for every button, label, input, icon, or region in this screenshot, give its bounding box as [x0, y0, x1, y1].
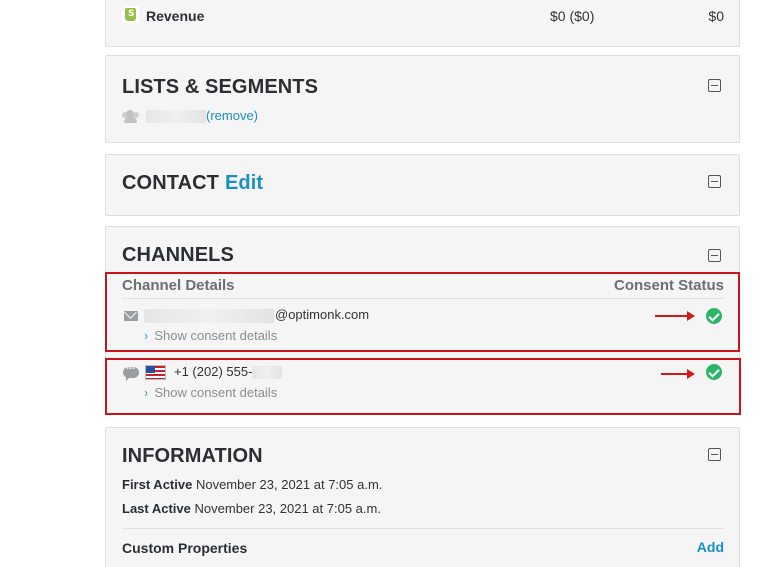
- last-active-row: Last Active November 23, 2021 at 7:05 a.…: [122, 501, 381, 516]
- redacted-list-name: [146, 110, 206, 124]
- collapse-icon[interactable]: [708, 249, 721, 262]
- collapse-icon[interactable]: [708, 175, 721, 188]
- remove-list-link[interactable]: (remove): [206, 108, 258, 123]
- group-icon: [122, 110, 139, 123]
- contact-title-text: CONTACT: [122, 172, 219, 194]
- first-active-label: First Active: [122, 477, 193, 492]
- annotation-box-email: [105, 272, 740, 352]
- revenue-label: Revenue: [146, 8, 205, 24]
- divider: [122, 528, 724, 529]
- collapse-icon[interactable]: [708, 79, 721, 92]
- revenue-total-value: $0: [708, 8, 724, 24]
- custom-properties-label: Custom Properties: [122, 540, 248, 556]
- revenue-mid-value: $0 ($0): [550, 8, 595, 24]
- channels-title: CHANNELS: [122, 244, 234, 266]
- first-active-row: First Active November 23, 2021 at 7:05 a…: [122, 477, 382, 492]
- collapse-icon[interactable]: [708, 448, 721, 461]
- contact-title: CONTACT Edit: [122, 172, 263, 195]
- lists-segments-title: LISTS & SEGMENTS: [122, 76, 319, 98]
- last-active-value: November 23, 2021 at 7:05 a.m.: [194, 501, 381, 516]
- lists-segments-card: LISTS & SEGMENTS (remove): [105, 55, 740, 143]
- list-membership-row: (remove): [146, 108, 258, 124]
- shopify-icon: [122, 6, 139, 23]
- information-title: INFORMATION: [122, 445, 263, 467]
- annotation-box-sms: [105, 358, 741, 415]
- add-property-link[interactable]: Add: [697, 539, 724, 555]
- revenue-card: Revenue $0 ($0) $0: [105, 0, 740, 47]
- information-card: INFORMATION First Active November 23, 20…: [105, 427, 740, 567]
- last-active-label: Last Active: [122, 501, 191, 516]
- contact-card: CONTACT Edit: [105, 154, 740, 216]
- contact-edit-link[interactable]: Edit: [225, 172, 263, 194]
- first-active-value: November 23, 2021 at 7:05 a.m.: [195, 477, 383, 492]
